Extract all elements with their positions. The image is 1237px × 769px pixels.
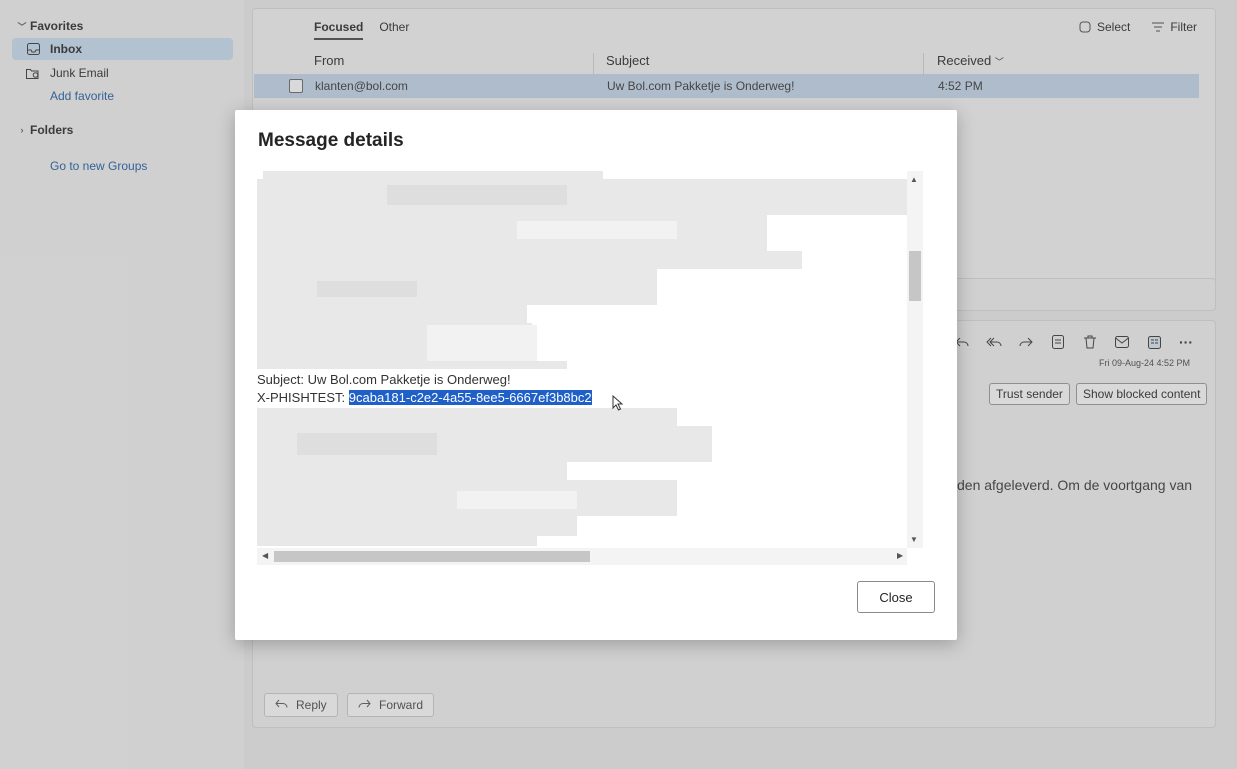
horizontal-scrollbar[interactable]: ◀ ▶ (257, 548, 907, 565)
scroll-up-arrow-icon[interactable]: ▲ (910, 175, 918, 184)
mouse-cursor-icon (612, 394, 624, 416)
message-details-dialog: Message details Subject: Uw Bol.com Pakk… (235, 110, 957, 640)
header-phishtest-line: X-PHISHTEST: 9caba181-c2e2-4a55-8ee5-666… (257, 390, 592, 405)
message-headers-box[interactable]: Subject: Uw Bol.com Pakketje is Onderweg… (257, 171, 923, 565)
vertical-scrollbar[interactable]: ▲ ▼ (907, 171, 923, 548)
phishtest-value-selected[interactable]: 9caba181-c2e2-4a55-8ee5-6667ef3b8bc2 (348, 390, 592, 405)
scroll-left-arrow-icon[interactable]: ◀ (262, 551, 268, 560)
scroll-down-arrow-icon[interactable]: ▼ (910, 535, 918, 544)
header-subject-line: Subject: Uw Bol.com Pakketje is Onderweg… (257, 372, 511, 387)
scroll-right-arrow-icon[interactable]: ▶ (897, 551, 903, 560)
close-button[interactable]: Close (857, 581, 935, 613)
dialog-title: Message details (258, 130, 404, 151)
horizontal-scroll-thumb[interactable] (274, 551, 590, 562)
vertical-scroll-thumb[interactable] (909, 251, 921, 301)
